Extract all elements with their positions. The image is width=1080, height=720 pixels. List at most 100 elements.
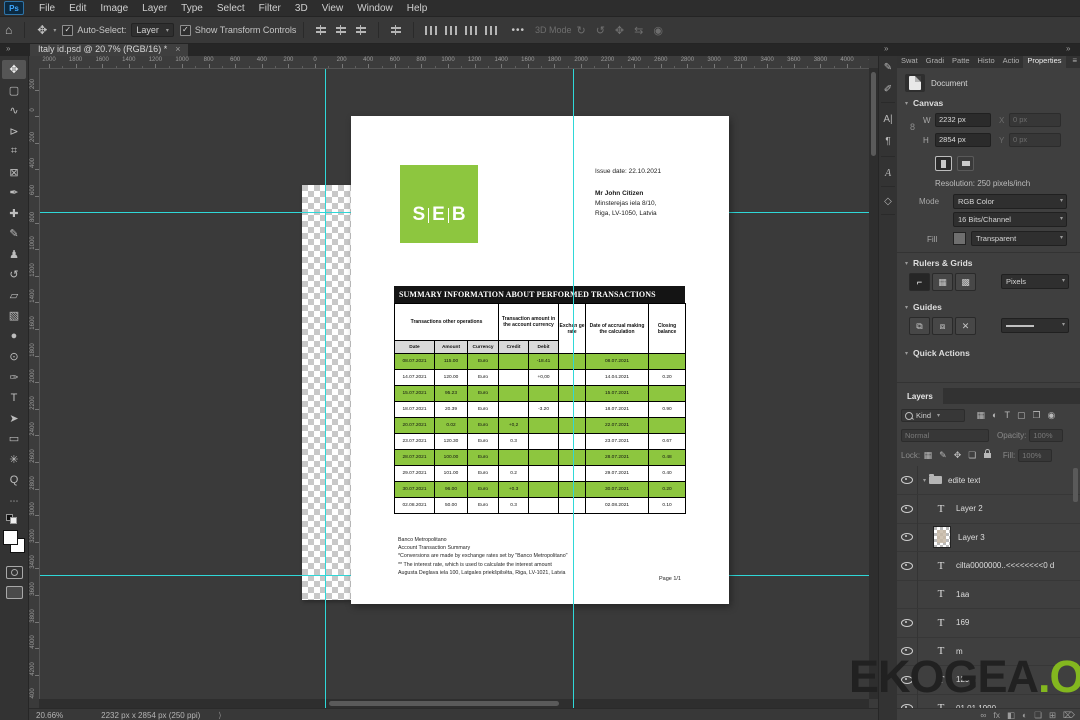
layer-row[interactable]: T 1aa (897, 580, 1080, 609)
layer-visibility-toggle[interactable] (897, 580, 918, 608)
dodge-tool[interactable]: ⊙ (2, 347, 26, 366)
layer-effects-icon[interactable]: fx (993, 710, 1000, 720)
more-options-icon[interactable]: ••• (511, 25, 525, 36)
toggle-pixel-grid-button[interactable]: ▩ (955, 273, 976, 291)
glyphs-panel-icon[interactable]: A (879, 168, 897, 179)
fill-dropdown[interactable]: Transparent ▾ (971, 231, 1067, 246)
align-left-icon[interactable] (315, 25, 327, 35)
3d-camera-icon[interactable]: ◉ (653, 25, 663, 37)
menu-file[interactable]: File (32, 3, 62, 14)
menu-3d[interactable]: 3D (288, 3, 315, 14)
delete-layer-icon[interactable]: ⌦ (1063, 710, 1075, 720)
align-center-icon[interactable] (335, 25, 347, 35)
distribute-vertical-icon[interactable] (485, 25, 498, 35)
clone-stamp-tool[interactable]: ♟ (2, 245, 26, 264)
guides-section-header[interactable]: ▾ Guides (905, 302, 942, 312)
move-tool-icon[interactable]: ✥ (37, 23, 47, 37)
3d-roll-icon[interactable]: ↺ (596, 25, 605, 37)
landscape-orientation-button[interactable] (957, 156, 974, 171)
link-layers-icon[interactable]: ∞ (980, 710, 986, 720)
pen-tool[interactable]: ✑ (2, 368, 26, 387)
menu-image[interactable]: Image (93, 3, 135, 14)
marquee-tool[interactable]: ▢ (2, 81, 26, 100)
lasso-tool[interactable]: ∿ (2, 101, 26, 120)
bit-depth-dropdown[interactable]: 16 Bits/Channel ▾ (953, 212, 1067, 227)
healing-brush-tool[interactable]: ✚ (2, 204, 26, 223)
3d-slide-icon[interactable]: ⇆ (634, 25, 643, 37)
close-icon[interactable]: × (175, 44, 180, 54)
eraser-tool[interactable]: ▱ (2, 286, 26, 305)
path-selection-tool[interactable]: ➤ (2, 409, 26, 428)
color-swatches[interactable] (3, 530, 25, 556)
object-selection-tool[interactable]: ⊳ (2, 122, 26, 141)
collapse-panels-icon[interactable]: » (1066, 44, 1070, 53)
quick-mask-button[interactable] (6, 566, 23, 579)
frame-tool[interactable]: ⊠ (2, 163, 26, 182)
auto-select-checkbox[interactable]: ✓ (62, 24, 74, 36)
vertical-scrollbar[interactable] (869, 68, 878, 699)
tab-layers[interactable]: Layers (897, 388, 943, 404)
distribute-right-icon[interactable] (465, 25, 478, 35)
collapse-tools-icon[interactable]: » (6, 44, 10, 53)
move-tool[interactable]: ✥ (2, 60, 26, 79)
portrait-orientation-button[interactable] (935, 156, 952, 171)
blend-mode-dropdown[interactable]: Normal (901, 429, 989, 442)
lock-guides-button[interactable]: ⧈ (932, 317, 953, 335)
lock-pixels-icon[interactable]: ✎ (939, 450, 947, 460)
width-field[interactable]: 2232 px (935, 113, 991, 127)
canvas-pasteboard[interactable]: SEB Issue date: 22.10.2021 Mr John Citiz… (39, 68, 869, 708)
layers-scrollbar[interactable] (1073, 468, 1078, 502)
link-dimensions-icon[interactable]: 8 (910, 122, 915, 132)
default-colors-icon[interactable] (6, 514, 18, 524)
eyedropper-tool[interactable]: ✒ (2, 183, 26, 202)
brush-settings-icon[interactable]: ✎ (879, 62, 897, 73)
menu-view[interactable]: View (315, 3, 351, 14)
auto-select-target-dropdown[interactable]: Layer ▾ (131, 23, 174, 37)
3d-orbit-icon[interactable]: ↻ (576, 25, 585, 37)
layer-row[interactable]: T Layer 2 (897, 494, 1080, 524)
menu-layer[interactable]: Layer (135, 3, 174, 14)
vertical-guide[interactable] (573, 68, 574, 708)
horizontal-scrollbar[interactable] (39, 699, 869, 708)
vertical-guide[interactable] (325, 68, 326, 708)
show-transform-checkbox[interactable]: ✓ (179, 24, 191, 36)
menu-select[interactable]: Select (210, 3, 252, 14)
filter-smart-objects-icon[interactable]: ❐ (1032, 410, 1040, 420)
layer-visibility-toggle[interactable] (897, 523, 918, 551)
adjustment-layer-icon[interactable]: ◐ (1022, 710, 1027, 720)
zoom-tool[interactable]: Q (2, 470, 26, 489)
quick-actions-section-header[interactable]: ▾ Quick Actions (905, 348, 970, 358)
menu-window[interactable]: Window (350, 3, 400, 14)
lock-all-icon[interactable] (983, 448, 991, 458)
layer-visibility-toggle[interactable] (897, 551, 918, 580)
toggle-rulers-button[interactable]: ⌐ (909, 273, 930, 291)
chevron-down-icon[interactable]: ▾ (53, 27, 56, 34)
layer-row[interactable]: T 169 (897, 608, 1080, 638)
collapse-dock-icon[interactable]: » (884, 44, 888, 53)
horizontal-ruler[interactable]: 2000 1800 1600 1400 1200 1000 800 600 400 200 0 200… (39, 56, 869, 69)
menu-filter[interactable]: Filter (252, 3, 288, 14)
layer-row[interactable]: Layer 3 (897, 523, 1080, 552)
new-group-icon[interactable]: ❏ (1034, 710, 1042, 720)
home-icon[interactable]: ⌂ (5, 23, 12, 37)
filter-adjustment-layers-icon[interactable]: ◐ (992, 410, 997, 420)
layer-mask-icon[interactable]: ◧ (1007, 710, 1015, 720)
guide-style-dropdown[interactable]: ▾ (1001, 318, 1069, 333)
status-chevron-icon[interactable]: ⟩ (218, 711, 221, 720)
distribute-center-icon[interactable] (445, 25, 458, 35)
distribute-left-icon[interactable] (425, 25, 438, 35)
toggle-grid-button[interactable]: ▦ (932, 273, 953, 291)
paragraph-panel-icon[interactable]: ¶ (879, 136, 897, 147)
rectangle-tool[interactable]: ▭ (2, 429, 26, 448)
layer-row[interactable]: Tcilta0000000..<<<<<<<<0 d (897, 551, 1080, 581)
filter-shape-layers-icon[interactable]: ▢ (1017, 410, 1026, 420)
expand-caret-icon[interactable]: ▾ (923, 477, 926, 484)
fill-swatch[interactable] (953, 232, 966, 245)
screen-mode-button[interactable] (6, 586, 23, 599)
menu-type[interactable]: Type (174, 3, 210, 14)
brush-tool[interactable]: ✎ (2, 224, 26, 243)
zoom-level-field[interactable]: 20.66% (36, 711, 63, 720)
toggle-guides-button[interactable]: ⧉ (909, 317, 930, 335)
layer-fill-field[interactable]: 100% (1018, 448, 1053, 462)
layer-filter-dropdown[interactable]: Kind ▾ (901, 409, 965, 422)
